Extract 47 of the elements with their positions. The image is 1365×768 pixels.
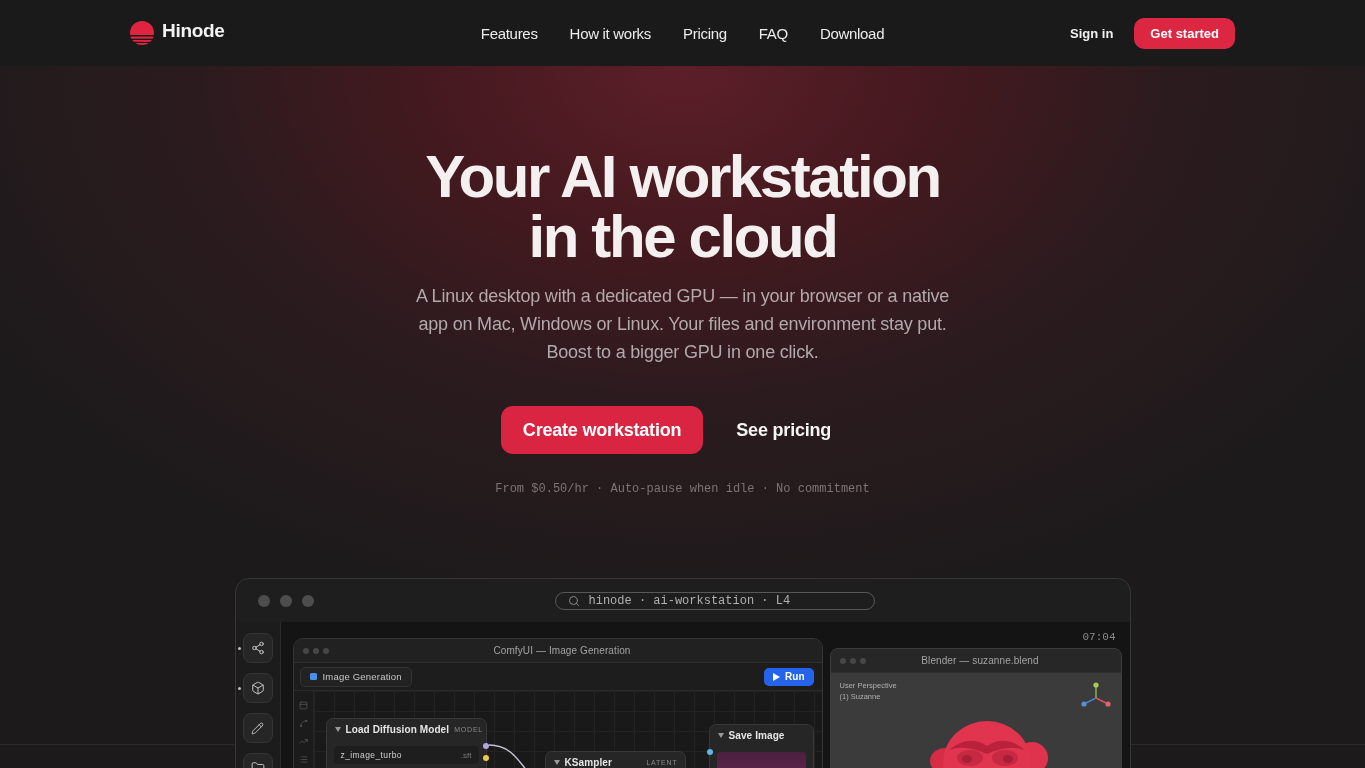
- create-workstation-button[interactable]: Create workstation: [500, 406, 704, 454]
- window-title: ComfyUI — Image Generation: [493, 645, 631, 656]
- square-icon: [309, 673, 317, 680]
- pricing-note: From $0.50/hr · Auto-pause when idle · No commitment: [495, 481, 870, 497]
- port-dot-icon[interactable]: [706, 749, 713, 755]
- nav-link[interactable]: Features: [480, 24, 538, 42]
- caret-icon: [553, 759, 560, 765]
- play-icon: [773, 672, 781, 681]
- dock-button[interactable]: [242, 713, 273, 743]
- see-pricing-button[interactable]: See pricing: [703, 406, 865, 454]
- nav-link[interactable]: FAQ: [758, 24, 788, 42]
- nav-link[interactable]: How it works: [569, 24, 651, 42]
- window-dot-icon: [301, 594, 314, 607]
- window-dot-icon: [859, 657, 866, 664]
- get-started-button[interactable]: Get started: [1134, 17, 1235, 49]
- node-title: KSampler: [564, 756, 612, 768]
- window-title: Blender — suzanne.blend: [921, 655, 1039, 666]
- window-dot-icon: [279, 594, 292, 607]
- cube-icon: [250, 681, 265, 695]
- window-dot-icon: [849, 657, 856, 664]
- node-title: Save Image: [728, 729, 785, 741]
- axis-gizmo-icon[interactable]: [1080, 682, 1111, 708]
- search-icon: [567, 594, 580, 607]
- hero-title: Your AI workstation in the cloud: [425, 147, 940, 267]
- hero-subtitle: A Linux desktop with a dedicated GPU — in your browser or a native app on Mac, Windows or Linux. Your files and environment stay put. Boost to a bigger GPU in one click.: [415, 285, 950, 364]
- run-button[interactable]: Run: [764, 667, 814, 686]
- window-dot-icon: [839, 657, 846, 664]
- window-dot-icon: [312, 647, 319, 654]
- nav-link[interactable]: Pricing: [683, 24, 727, 42]
- window-dot-icon: [302, 647, 309, 654]
- brand-name: Hinode: [162, 20, 225, 42]
- node-title: Load Diffusion Model: [345, 723, 450, 735]
- nodes-icon: [250, 641, 265, 655]
- sun-logo-icon: [130, 20, 154, 46]
- caret-icon: [717, 732, 724, 738]
- caret-icon: [334, 726, 341, 732]
- window-dot-icon: [322, 647, 329, 654]
- sign-in-link[interactable]: Sign in: [1070, 25, 1114, 41]
- port-dot-icon[interactable]: [482, 755, 489, 761]
- workflow-tab[interactable]: Image Generation: [299, 666, 412, 687]
- model-select-field[interactable]: z_image_turbo .sft: [333, 746, 479, 764]
- port-dot-icon[interactable]: [482, 743, 489, 749]
- pencil-icon: [251, 721, 264, 735]
- clock: 07:04: [1082, 630, 1117, 644]
- workflow-node[interactable]: Save Image: [708, 724, 814, 768]
- window-dot-icon: [257, 594, 270, 607]
- nav-link[interactable]: Download: [819, 24, 885, 42]
